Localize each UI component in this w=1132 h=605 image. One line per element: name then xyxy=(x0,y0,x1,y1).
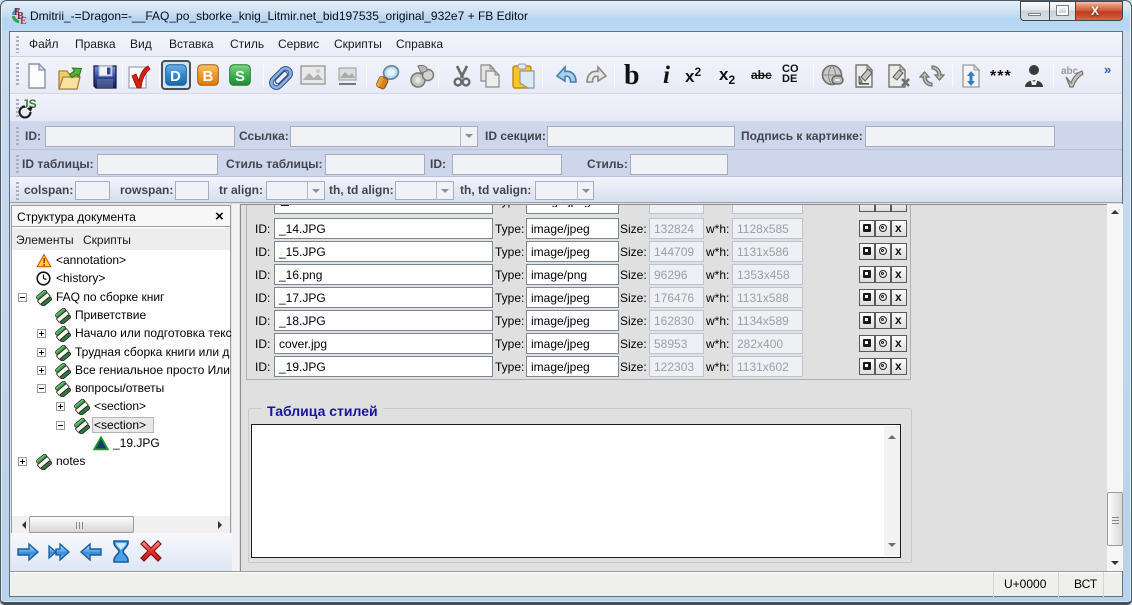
svg-text:B: B xyxy=(203,68,214,85)
svg-text:E: E xyxy=(20,16,27,26)
svg-text:S: S xyxy=(235,68,245,85)
svg-text:D: D xyxy=(170,68,181,85)
